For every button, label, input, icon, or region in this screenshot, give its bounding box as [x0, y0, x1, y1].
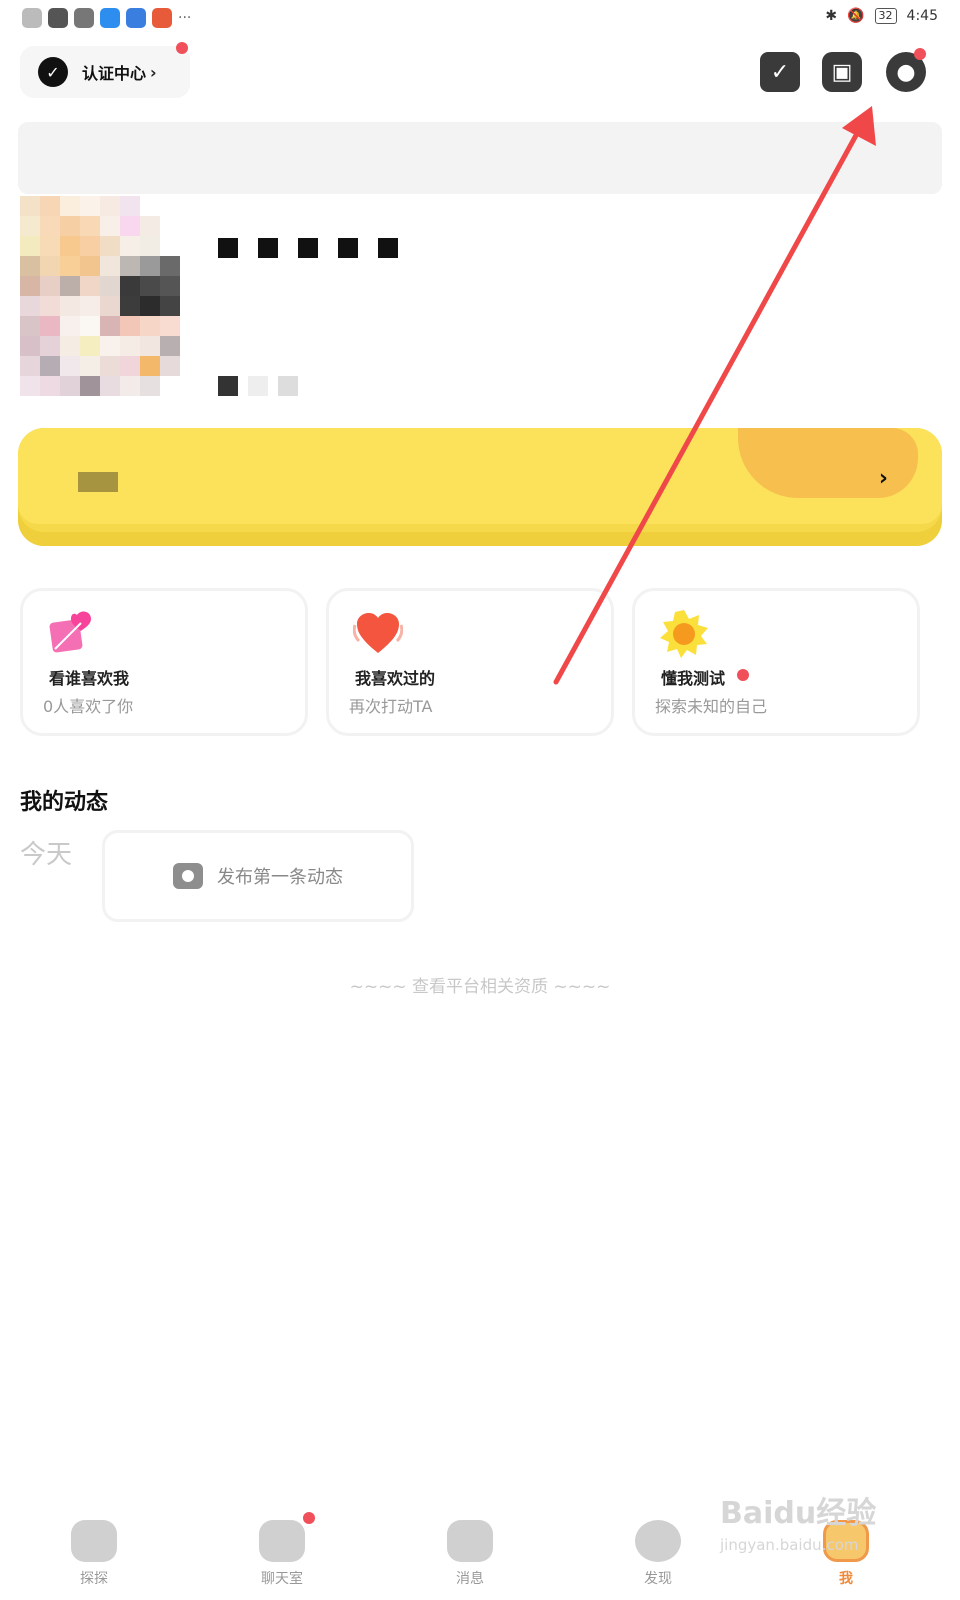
annotation-arrow — [553, 106, 876, 685]
